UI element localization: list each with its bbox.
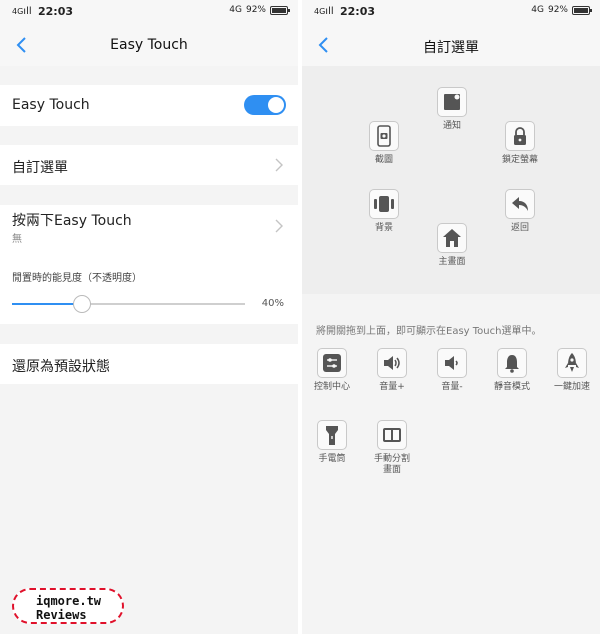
control-center-icon: [323, 354, 341, 372]
menu-item-label: 通知: [442, 121, 461, 131]
reset-defaults-label: 還原為預設狀態: [12, 359, 110, 375]
available-item-control-center[interactable]: 控制中心: [302, 348, 362, 393]
watermark-logo: iqmore.tw Reviews: [12, 588, 124, 624]
status-bar: 4Gıll 22:03 4G 92%: [302, 0, 600, 24]
double-tap-row[interactable]: 按兩下Easy Touch 無: [0, 205, 298, 247]
available-item-volume-down[interactable]: 音量-: [422, 348, 482, 393]
status-bar: 4Gıll 22:03 4G 92%: [0, 0, 298, 24]
available-item-boost[interactable]: 一鍵加速: [542, 348, 600, 393]
rocket-icon: [565, 353, 579, 372]
opacity-slider-fill: [12, 303, 82, 305]
custom-menu-screen: 4Gıll 22:03 4G 92% 自訂選單 通知 截圖 鎖定螢幕 背景 返回…: [302, 0, 600, 634]
toggle-knob: [268, 97, 284, 113]
available-item-volume-up[interactable]: 音量+: [362, 348, 422, 393]
page-title: 自訂選單: [423, 40, 479, 56]
split-screen-icon: [383, 428, 401, 442]
custom-menu-row[interactable]: 自訂選單: [0, 145, 298, 185]
signal-indicator: 4Gıll: [314, 6, 334, 17]
menu-item-label: 截圖: [374, 155, 393, 165]
flashlight-icon: [326, 426, 338, 445]
back-arrow-icon: [512, 197, 528, 211]
opacity-section: [0, 247, 298, 324]
opacity-label: 閒置時的能見度（不透明度）: [12, 273, 142, 284]
available-item-label: 音量-: [441, 382, 463, 392]
page-title: Easy Touch: [110, 37, 188, 53]
available-item-label: 控制中心: [313, 382, 350, 392]
easy-touch-menu-preview: 通知 截圖 鎖定螢幕 背景 返回 主畫面: [302, 66, 600, 294]
reset-defaults-row[interactable]: 還原為預設狀態: [0, 344, 298, 384]
home-icon: [443, 229, 461, 247]
opacity-slider-thumb[interactable]: [73, 295, 91, 313]
battery-icon: [572, 5, 592, 15]
signal-indicator: 4Gıll: [12, 6, 32, 17]
menu-item-label: 主畫面: [438, 257, 466, 267]
available-item-silent-mode[interactable]: 靜音模式: [482, 348, 542, 393]
available-item-label: 一鍵加速: [553, 382, 590, 392]
data-indicator: 4G: [229, 5, 242, 15]
menu-item-home[interactable]: 主畫面: [422, 223, 482, 268]
menu-item-screenshot[interactable]: 截圖: [354, 121, 414, 166]
double-tap-value: 無: [12, 234, 22, 245]
menu-item-lock-screen[interactable]: 鎖定螢幕: [490, 121, 550, 166]
app-bar: Easy Touch: [0, 24, 298, 66]
drag-hint: 將開關拖到上面，即可顯示在Easy Touch選單中。: [316, 326, 542, 337]
background-apps-icon: [374, 196, 394, 212]
watermark-line2: Reviews: [36, 608, 87, 622]
easy-touch-toggle[interactable]: [244, 95, 286, 115]
available-item-label: 手動分割 畫面: [373, 454, 410, 475]
easy-touch-settings-screen: 4Gıll 22:03 4G 92% Easy Touch Easy Touch…: [0, 0, 298, 634]
available-item-label: 手電筒: [318, 454, 346, 464]
battery-icon: [270, 5, 290, 15]
watermark-line1: iqmore.tw: [36, 594, 102, 608]
status-time: 22:03: [340, 5, 376, 18]
lock-icon: [514, 127, 526, 145]
custom-menu-label: 自訂選單: [12, 160, 68, 176]
screenshot-icon: [377, 125, 391, 147]
chevron-right-icon: [275, 219, 283, 233]
easy-touch-toggle-row[interactable]: Easy Touch: [0, 85, 298, 126]
menu-item-back[interactable]: 返回: [490, 189, 550, 234]
chevron-right-icon: [275, 158, 283, 172]
volume-up-icon: [384, 356, 400, 370]
menu-item-notification[interactable]: 通知: [422, 87, 482, 132]
volume-down-icon: [445, 356, 458, 370]
available-item-split-screen[interactable]: 手動分割 畫面: [362, 420, 422, 476]
available-item-flashlight[interactable]: 手電筒: [302, 420, 362, 465]
battery-percent: 92%: [245, 5, 266, 15]
bell-icon: [505, 355, 519, 373]
available-item-label: 音量+: [379, 382, 405, 392]
menu-item-label: 鎖定螢幕: [501, 155, 538, 165]
menu-item-label: 返回: [510, 223, 529, 233]
easy-touch-label: Easy Touch: [12, 97, 90, 113]
available-item-label: 靜音模式: [493, 382, 530, 392]
battery-percent: 92%: [547, 5, 568, 15]
notification-icon: [444, 94, 460, 110]
available-items-pool: 控制中心 音量+ 音量- 靜音模式 一鍵加速 手電筒 手動分割 畫面: [302, 340, 600, 634]
menu-item-label: 背景: [374, 223, 393, 233]
data-indicator: 4G: [531, 5, 544, 15]
double-tap-label: 按兩下Easy Touch: [12, 213, 132, 229]
menu-item-background[interactable]: 背景: [354, 189, 414, 234]
opacity-slider[interactable]: [12, 295, 245, 313]
app-bar: 自訂選單: [302, 24, 600, 66]
opacity-value: 40%: [261, 298, 284, 309]
status-time: 22:03: [38, 5, 74, 18]
